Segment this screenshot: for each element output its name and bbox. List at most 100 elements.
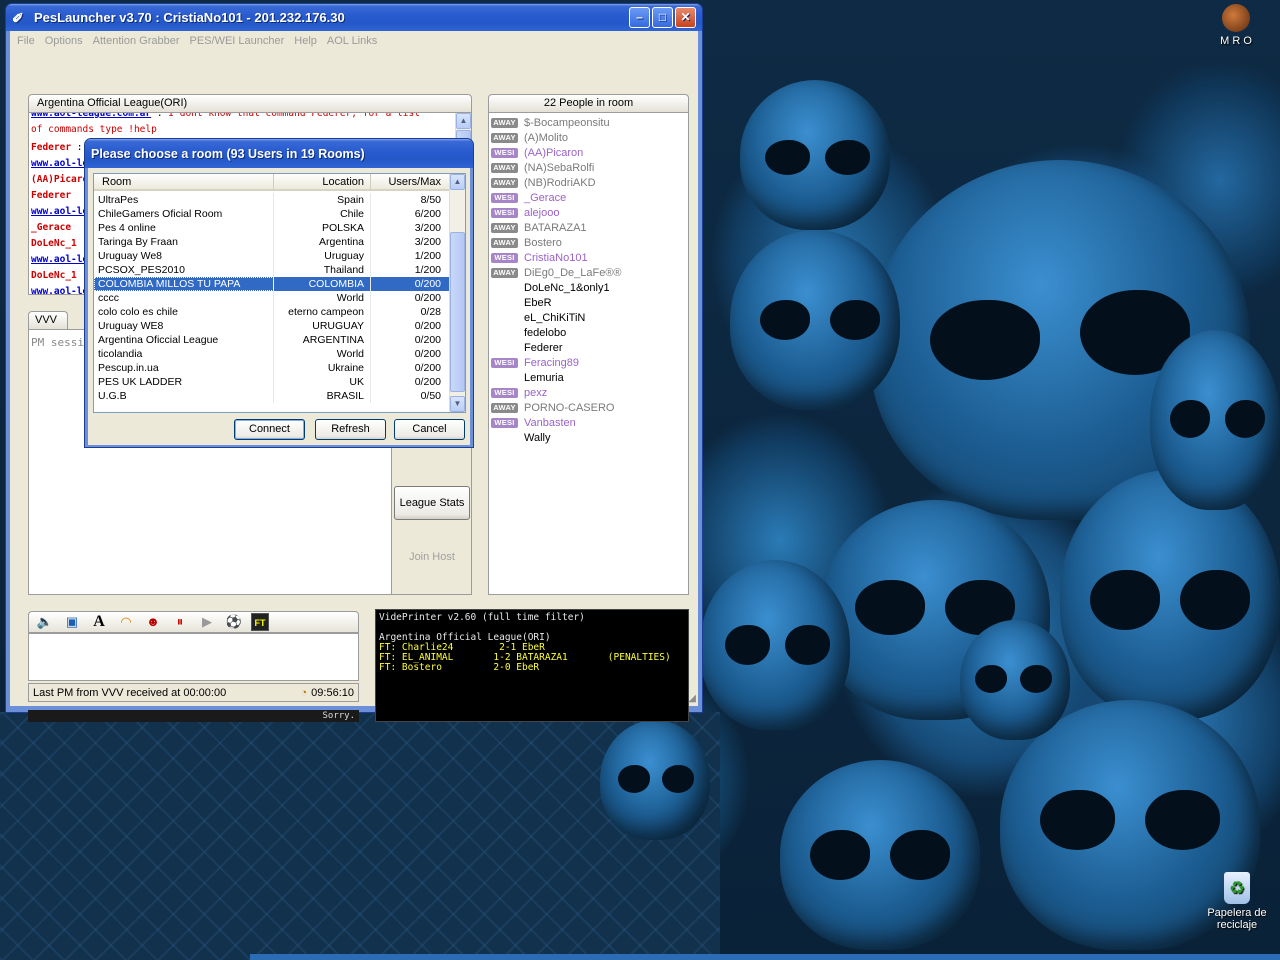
column-users-max[interactable]: Users/Max [371,174,450,189]
stop-icon[interactable]: ⏸ [170,613,190,631]
connect-button[interactable]: Connect [234,419,305,440]
chat-nick: Federer [31,190,72,201]
user-list-item[interactable]: AWAY $-Bocampeonsitu [489,115,688,130]
user-list-item[interactable]: AWAY BATARAZA1 [489,220,688,235]
room-row[interactable]: Uruguay WE8 URUGUAY 0/200 [94,319,450,333]
room-row[interactable]: PCSOX_PES2010 Thailand 1/200 [94,263,450,277]
dialog-title: Please choose a room (93 Users in 19 Roo… [91,146,365,161]
room-row[interactable]: Argentina Oficcial League ARGENTINA 0/200 [94,333,450,347]
user-name: (NB)RodriAKD [524,176,596,189]
maximize-icon[interactable]: □ [652,7,673,28]
menu-attention-grabber[interactable]: Attention Grabber [88,35,185,47]
room-row[interactable]: UltraPes Spain 8/50 [94,193,450,207]
pm-tab[interactable]: VVV [28,311,68,329]
user-list-item[interactable]: AWAY PORNO-CASERO [489,400,688,415]
people-list[interactable]: AWAY $-Bocampeonsitu AWAY (A)Molito WESI (AA)… [488,112,689,595]
room-users-max: 0/200 [371,361,450,375]
room-list-header: Room Location Users/Max [94,174,450,191]
room-name: Argentina Oficcial League [94,333,274,347]
room-row[interactable]: Pes 4 online POLSKA 3/200 [94,221,450,235]
minimize-icon[interactable]: – [629,7,650,28]
message-toolbar: 🔈 ▣ A ◠ ☻ ⏸ ▶ ⚽ FT [28,611,359,633]
user-list-item[interactable]: WESI (AA)Picaron [489,145,688,160]
column-location[interactable]: Location [274,174,371,189]
speaker-icon[interactable]: 🔈 [35,613,55,631]
window-titlebar[interactable]: ✐ PesLauncher v3.70 : CristiaNo101 - 201… [6,4,702,31]
user-list-item[interactable]: Lemuria [489,370,688,385]
room-list-scrollbar[interactable]: ▲ ▼ [449,174,465,412]
join-host-button[interactable]: Join Host [394,541,470,575]
status-badge: AWAY [491,402,518,413]
football-icon[interactable]: ⚽ [224,613,244,631]
status-bar: Last PM from VVV received at 00:00:00 ◔ … [28,683,359,702]
face-icon[interactable]: ☻ [143,613,163,631]
room-name: ChileGamers Oficial Room [94,207,274,221]
video-icon[interactable]: ▶ [197,613,217,631]
status-badge: WESI [491,252,518,263]
room-location: Uruguay [274,249,371,263]
user-list-item[interactable]: AWAY DiEg0_De_LaFe®® [489,265,688,280]
desktop-icon-recycle-bin[interactable]: ♻ Papelera de reciclaje [1200,872,1274,931]
status-badge: WESI [491,192,518,203]
column-room[interactable]: Room [94,174,274,189]
room-row[interactable]: cccc World 0/200 [94,291,450,305]
menu-options[interactable]: Options [40,35,88,47]
close-icon[interactable]: ✕ [675,7,696,28]
user-list-item[interactable]: WESI _Gerace [489,190,688,205]
room-row[interactable]: Pescup.in.ua Ukraine 0/200 [94,361,450,375]
chat-nick[interactable]: www.aol-le [31,206,88,217]
scroll-up-icon[interactable]: ▲ [450,174,465,190]
user-list-item[interactable]: fedelobo [489,325,688,340]
room-list[interactable]: Room Location Users/Max UltraPes Spain 8/5… [93,173,466,413]
chat-nick[interactable]: www.aol-league.com.ar [31,113,151,119]
user-list-item[interactable]: AWAY (A)Molito [489,130,688,145]
desktop-icon-mro[interactable]: M R O [1208,4,1264,47]
user-list-item[interactable]: eL_ChiKiTiN [489,310,688,325]
user-list-item[interactable]: AWAY (NA)SebaRolfi [489,160,688,175]
refresh-button[interactable]: Refresh [315,419,386,440]
menu-pes-wei-launcher[interactable]: PES/WEI Launcher [185,35,290,47]
room-row[interactable]: ChileGamers Oficial Room Chile 6/200 [94,207,450,221]
room-row[interactable]: Taringa By Fraan Argentina 3/200 [94,235,450,249]
ft-filter-icon[interactable]: FT [251,613,269,631]
scroll-down-icon[interactable]: ▼ [450,396,465,412]
cancel-button[interactable]: Cancel [394,419,465,440]
room-row[interactable]: PES UK LADDER UK 0/200 [94,375,450,389]
room-row[interactable]: COLOMBIA MILLOS TU PAPA COLOMBIA 0/200 [94,277,450,291]
font-icon[interactable]: A [89,613,109,631]
user-list-item[interactable]: Wally [489,430,688,445]
room-users-max: 0/28 [371,305,450,319]
room-row[interactable]: colo colo es chile eterno campeon 0/28 [94,305,450,319]
user-list-item[interactable]: WESI pexz [489,385,688,400]
chat-nick[interactable]: www.aol-le [31,254,88,265]
chat-nick[interactable]: www.aol-le [31,286,88,294]
menu-help[interactable]: Help [289,35,322,47]
room-row[interactable]: U.G.B BRASIL 0/50 [94,389,450,403]
room-users-max: 0/50 [371,389,450,403]
menu-file[interactable]: File [12,35,40,47]
picture-icon[interactable]: ▣ [62,613,82,631]
room-row[interactable]: ticolandia World 0/200 [94,347,450,361]
room-users-max: 3/200 [371,235,450,249]
scroll-thumb[interactable] [450,232,465,392]
user-list-item[interactable]: WESI Feracing89 [489,355,688,370]
user-list-item[interactable]: EbeR [489,295,688,310]
room-name: PES UK LADDER [94,375,274,389]
user-list-item[interactable]: WESI alejooo [489,205,688,220]
user-list-item[interactable]: AWAY Bostero [489,235,688,250]
rainbow-icon[interactable]: ◠ [116,613,136,631]
skull-graphic [730,230,900,410]
menu-aol-links[interactable]: AOL Links [322,35,382,47]
message-input[interactable] [28,633,359,681]
room-row[interactable]: Uruguay We8 Uruguay 1/200 [94,249,450,263]
resize-grip-icon[interactable]: ◢ [688,693,696,704]
user-list-item[interactable]: WESI CristiaNo101 [489,250,688,265]
user-name: _Gerace [524,191,567,204]
user-list-item[interactable]: WESI Vanbasten [489,415,688,430]
league-stats-button[interactable]: League Stats [394,486,470,520]
user-list-item[interactable]: AWAY (NB)RodriAKD [489,175,688,190]
scroll-up-icon[interactable]: ▲ [456,113,471,129]
user-list-item[interactable]: DoLeNc_1&only1 [489,280,688,295]
user-list-item[interactable]: Federer [489,340,688,355]
dialog-titlebar[interactable]: Please choose a room (93 Users in 19 Roo… [85,139,473,168]
